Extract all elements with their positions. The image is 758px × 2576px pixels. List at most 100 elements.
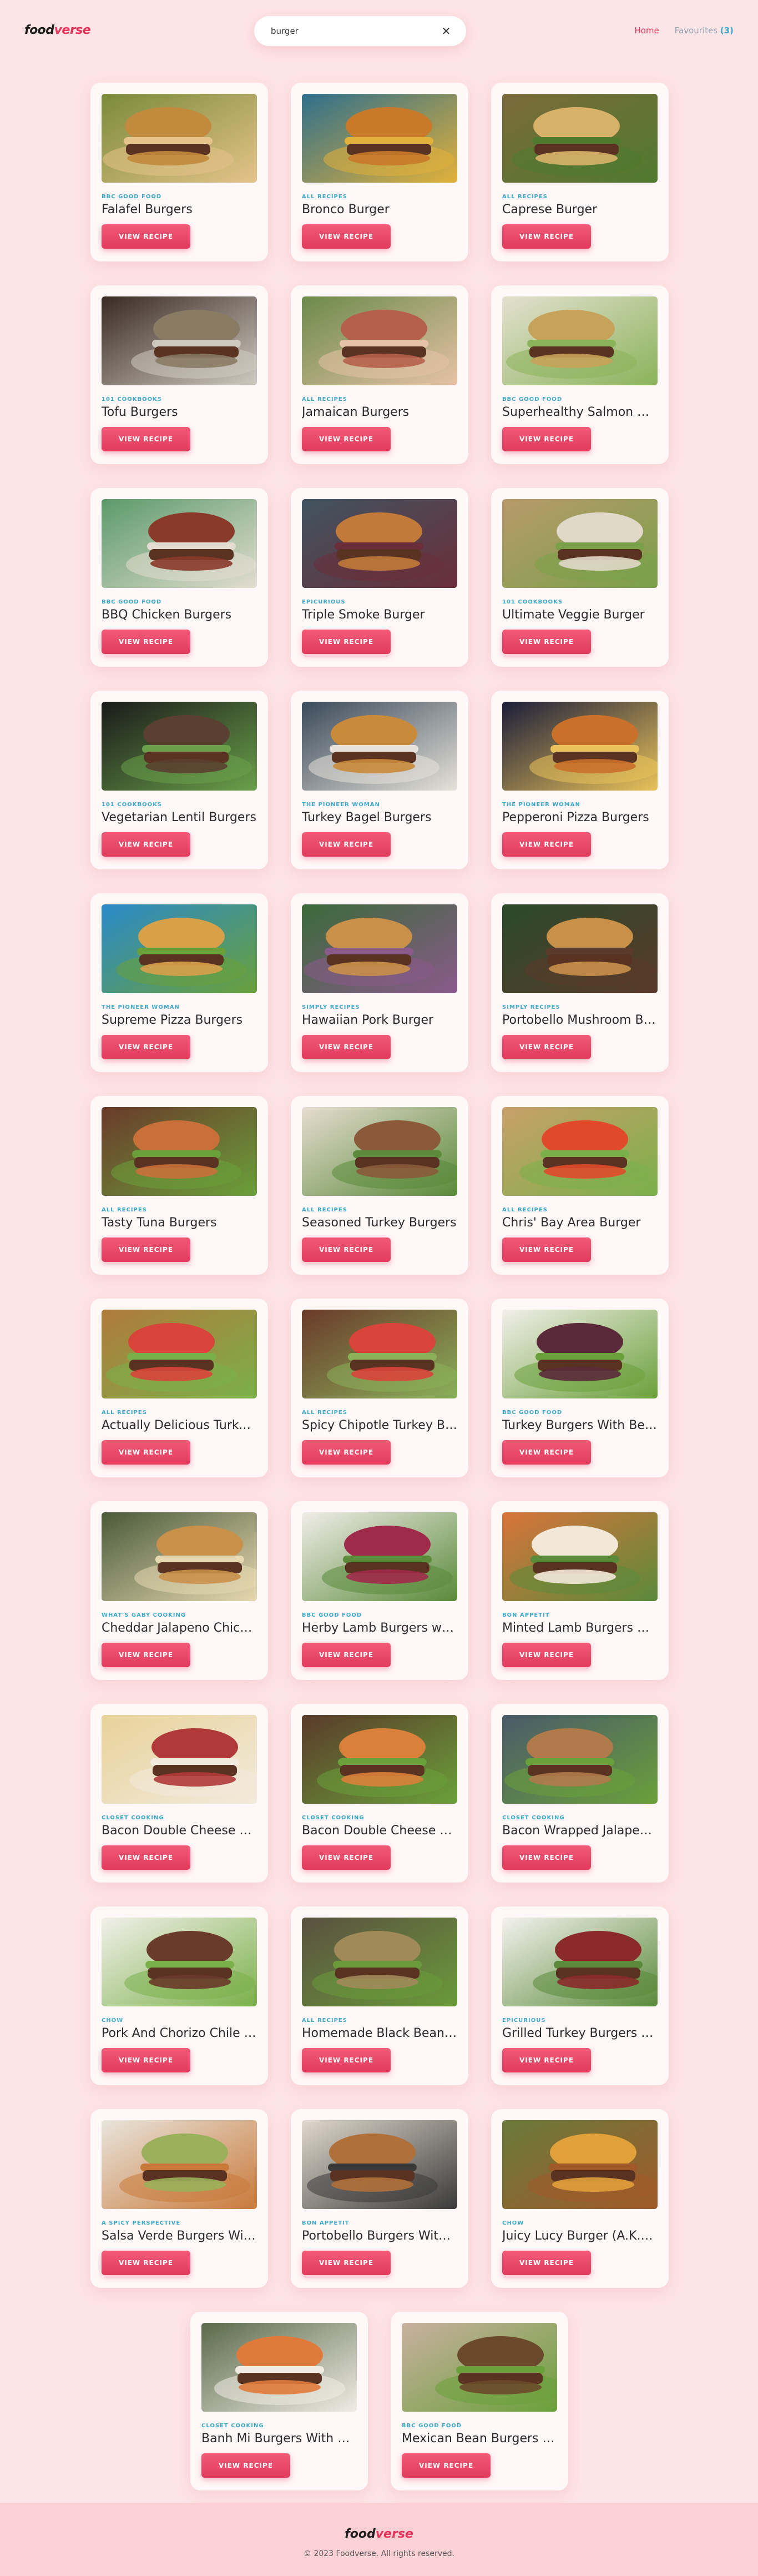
recipe-image[interactable] bbox=[502, 94, 658, 183]
recipe-image[interactable] bbox=[302, 1715, 457, 1804]
recipe-card: BBC Good Food Turkey Burgers With Beetroo… bbox=[491, 1299, 669, 1477]
recipe-title: Supreme Pizza Burgers bbox=[102, 1013, 243, 1027]
view-recipe-button[interactable]: View Recipe bbox=[302, 832, 391, 857]
recipe-card: All Recipes Bronco Burger View Recipe bbox=[291, 83, 468, 261]
recipe-image[interactable] bbox=[302, 1107, 457, 1196]
recipe-image[interactable] bbox=[102, 904, 257, 993]
view-recipe-button[interactable]: View Recipe bbox=[102, 2251, 190, 2275]
view-recipe-button[interactable]: View Recipe bbox=[302, 1440, 391, 1465]
view-recipe-button[interactable]: View Recipe bbox=[102, 1035, 190, 1059]
recipe-image[interactable] bbox=[102, 1310, 257, 1398]
recipe-image[interactable] bbox=[402, 2323, 557, 2412]
recipe-image[interactable] bbox=[502, 2120, 658, 2209]
view-recipe-button[interactable]: View Recipe bbox=[102, 1643, 190, 1667]
view-recipe-button[interactable]: View Recipe bbox=[302, 1845, 391, 1870]
recipe-image[interactable] bbox=[102, 296, 257, 385]
view-recipe-button[interactable]: View Recipe bbox=[302, 1237, 391, 1262]
view-recipe-button[interactable]: View Recipe bbox=[302, 1035, 391, 1059]
recipe-image[interactable] bbox=[302, 296, 457, 385]
recipe-image[interactable] bbox=[302, 904, 457, 993]
recipe-title: Herby Lamb Burgers with Beetroot bbox=[302, 1621, 457, 1635]
view-recipe-button[interactable]: View Recipe bbox=[102, 630, 190, 654]
view-recipe-button[interactable]: View Recipe bbox=[302, 1643, 391, 1667]
view-recipe-button[interactable]: View Recipe bbox=[502, 1237, 591, 1262]
recipe-image[interactable] bbox=[102, 1512, 257, 1601]
recipe-card: Epicurious Triple Smoke Burger View Recipe bbox=[291, 488, 468, 667]
recipe-image[interactable] bbox=[302, 1918, 457, 2006]
recipe-image[interactable] bbox=[302, 1512, 457, 1601]
recipe-image[interactable] bbox=[102, 1107, 257, 1196]
recipe-image[interactable] bbox=[502, 702, 658, 791]
recipe-card: 101 Cookbooks Tofu Burgers View Recipe bbox=[90, 285, 268, 464]
view-recipe-button[interactable]: View Recipe bbox=[302, 224, 391, 249]
recipe-image[interactable] bbox=[502, 904, 658, 993]
recipe-publisher: BBC Good Food bbox=[302, 1612, 362, 1618]
recipe-image[interactable] bbox=[102, 499, 257, 588]
recipe-card: What's Gaby Cooking Cheddar Jalapeno Chic… bbox=[90, 1501, 268, 1680]
view-recipe-button[interactable]: View Recipe bbox=[502, 832, 591, 857]
view-recipe-button[interactable]: View Recipe bbox=[502, 1035, 591, 1059]
view-recipe-button[interactable]: View Recipe bbox=[302, 2251, 391, 2275]
recipe-image[interactable] bbox=[502, 1918, 658, 2006]
view-recipe-button[interactable]: View Recipe bbox=[302, 2048, 391, 2072]
recipe-image[interactable] bbox=[502, 1512, 658, 1601]
close-icon[interactable]: ✕ bbox=[439, 24, 453, 38]
recipe-image[interactable] bbox=[502, 499, 658, 588]
recipe-image[interactable] bbox=[102, 1918, 257, 2006]
recipe-card: Bon Appetit Minted Lamb Burgers with Feta… bbox=[491, 1501, 669, 1680]
recipe-card: Closet Cooking Bacon Double Cheese Burger… bbox=[291, 1704, 468, 1883]
view-recipe-button[interactable]: View Recipe bbox=[201, 2453, 290, 2478]
recipe-image[interactable] bbox=[302, 702, 457, 791]
nav-links: Home Favourites (3) bbox=[619, 26, 734, 36]
recipe-image[interactable] bbox=[102, 94, 257, 183]
navbar: foodverse ✕ Home Favourites (3) bbox=[0, 0, 758, 61]
recipe-image[interactable] bbox=[502, 1715, 658, 1804]
view-recipe-button[interactable]: View Recipe bbox=[502, 224, 591, 249]
recipe-image[interactable] bbox=[102, 1715, 257, 1804]
recipe-publisher: All Recipes bbox=[502, 1207, 548, 1213]
recipe-image[interactable] bbox=[302, 2120, 457, 2209]
search-input[interactable] bbox=[271, 24, 432, 38]
view-recipe-button[interactable]: View Recipe bbox=[502, 630, 591, 654]
recipe-title: Falafel Burgers bbox=[102, 203, 193, 217]
recipe-image[interactable] bbox=[302, 94, 457, 183]
nav-home-link[interactable]: Home bbox=[635, 26, 659, 36]
recipe-image[interactable] bbox=[502, 296, 658, 385]
view-recipe-button[interactable]: View Recipe bbox=[102, 2048, 190, 2072]
recipe-title: Portobello Burgers With Goat Cheese bbox=[302, 2229, 457, 2243]
view-recipe-button[interactable]: View Recipe bbox=[102, 1440, 190, 1465]
view-recipe-button[interactable]: View Recipe bbox=[302, 630, 391, 654]
copyright-text: © 2023 Foodverse. All rights reserved. bbox=[304, 2549, 454, 2558]
view-recipe-button[interactable]: View Recipe bbox=[402, 2453, 491, 2478]
search-bar: ✕ bbox=[254, 16, 466, 46]
recipe-image[interactable] bbox=[302, 499, 457, 588]
recipe-card: Bon Appetit Portobello Burgers With Goat … bbox=[291, 2109, 468, 2288]
recipe-publisher: All Recipes bbox=[302, 2017, 347, 2024]
recipe-publisher: BBC Good Food bbox=[102, 599, 162, 605]
view-recipe-button[interactable]: View Recipe bbox=[502, 427, 591, 451]
recipe-card: Closet Cooking Bacon Double Cheese Burger… bbox=[90, 1704, 268, 1883]
view-recipe-button[interactable]: View Recipe bbox=[502, 2048, 591, 2072]
recipe-title: Actually Delicious Turkey Burgers bbox=[102, 1418, 257, 1432]
recipe-image[interactable] bbox=[302, 1310, 457, 1398]
recipe-image[interactable] bbox=[102, 2120, 257, 2209]
recipe-image[interactable] bbox=[502, 1310, 658, 1398]
view-recipe-button[interactable]: View Recipe bbox=[102, 224, 190, 249]
recipe-image[interactable] bbox=[102, 702, 257, 791]
recipe-title: BBQ Chicken Burgers bbox=[102, 608, 232, 622]
recipe-image[interactable] bbox=[201, 2323, 357, 2412]
view-recipe-button[interactable]: View Recipe bbox=[102, 1845, 190, 1870]
recipe-image[interactable] bbox=[502, 1107, 658, 1196]
view-recipe-button[interactable]: View Recipe bbox=[502, 1643, 591, 1667]
view-recipe-button[interactable]: View Recipe bbox=[502, 1440, 591, 1465]
view-recipe-button[interactable]: View Recipe bbox=[102, 427, 190, 451]
nav-favourites-link[interactable]: Favourites (3) bbox=[675, 26, 734, 36]
view-recipe-button[interactable]: View Recipe bbox=[502, 2251, 591, 2275]
recipe-publisher: All Recipes bbox=[302, 1410, 347, 1416]
recipe-publisher: Chow bbox=[102, 2017, 124, 2024]
view-recipe-button[interactable]: View Recipe bbox=[302, 427, 391, 451]
view-recipe-button[interactable]: View Recipe bbox=[102, 832, 190, 857]
view-recipe-button[interactable]: View Recipe bbox=[102, 1237, 190, 1262]
logo[interactable]: foodverse bbox=[24, 23, 91, 37]
view-recipe-button[interactable]: View Recipe bbox=[502, 1845, 591, 1870]
